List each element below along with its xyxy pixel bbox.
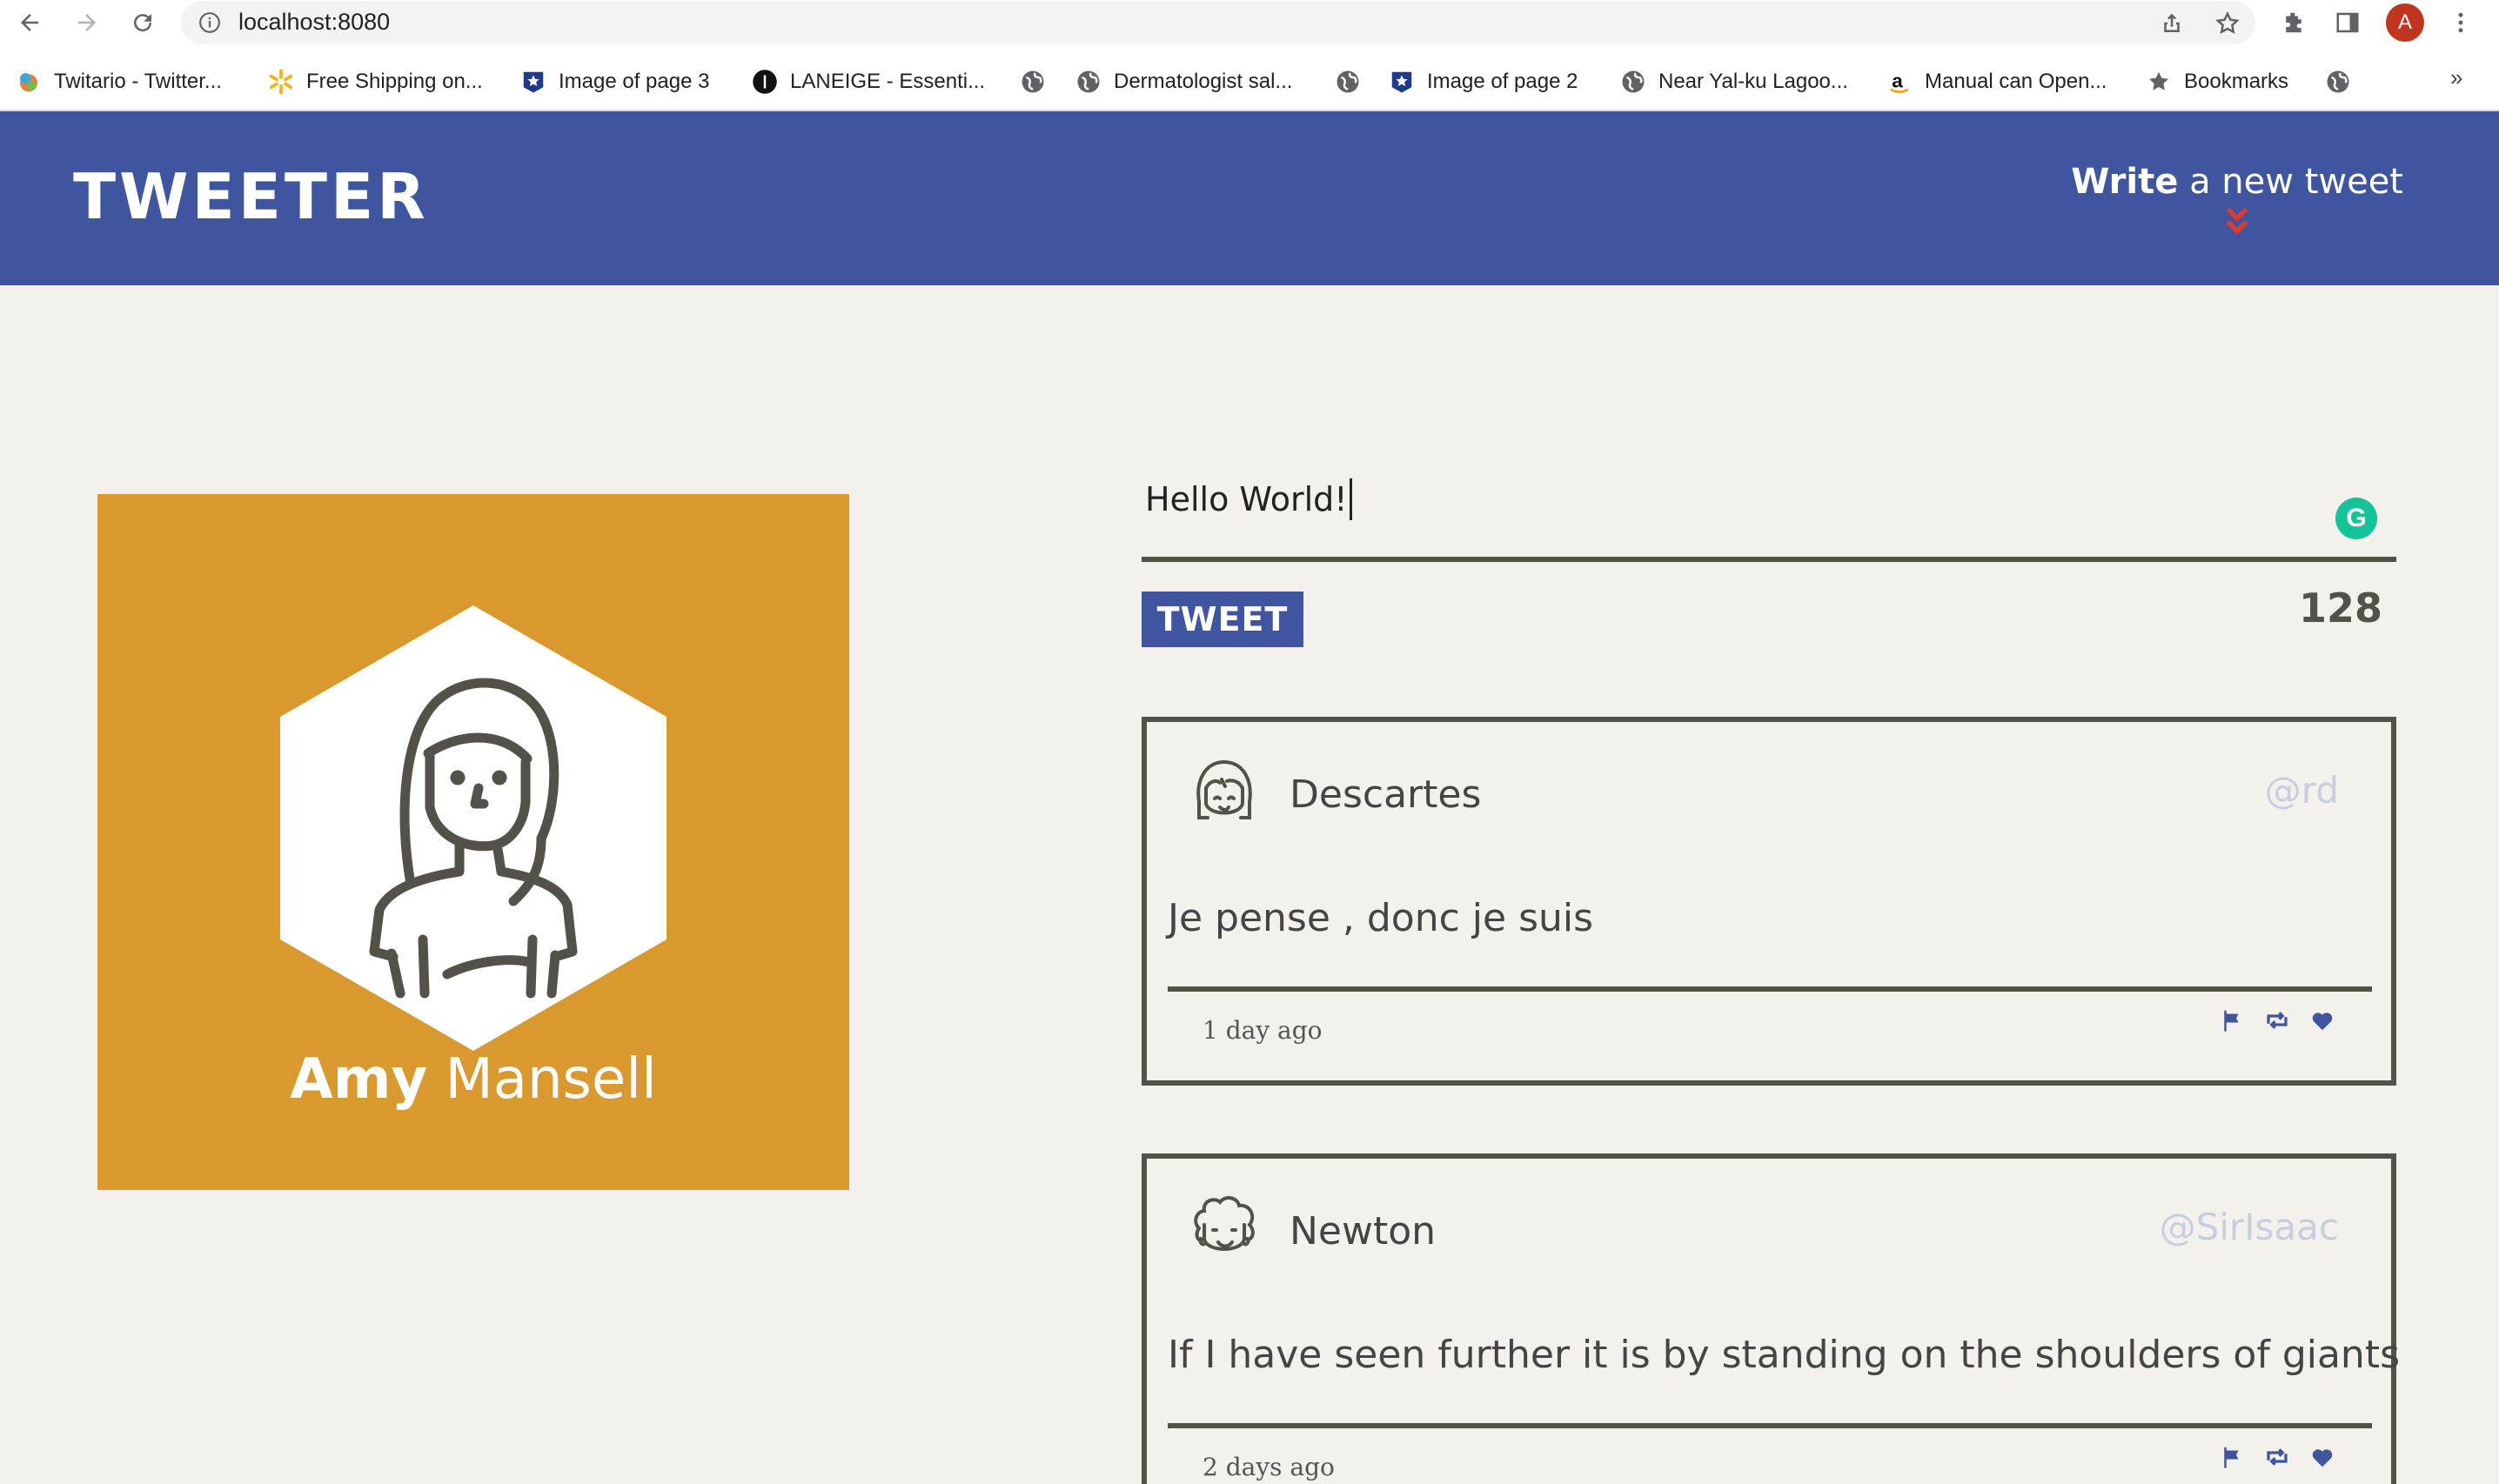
svg-text:a: a	[1892, 70, 1903, 91]
address-bar[interactable]: localhost:8080	[181, 1, 2255, 44]
tweet-content: If I have seen further it is by standing…	[1168, 1333, 2400, 1377]
globe-icon	[1020, 69, 1046, 95]
globe-icon	[1620, 69, 1646, 95]
flag-icon[interactable]	[2219, 1444, 2245, 1470]
tweet-author-handle: @rd	[2264, 769, 2339, 812]
bookmark-item[interactable]: Bookmarks	[2146, 64, 2288, 99]
text-caret	[1349, 478, 1352, 520]
colorful-logo-icon	[16, 69, 42, 95]
bookmark-item[interactable]	[1020, 64, 1046, 99]
user-portrait-icon	[280, 605, 667, 1051]
write-new-tweet-toggle[interactable]: Write a new tweet	[2071, 162, 2403, 238]
profile-name: Amy Mansell	[97, 1047, 849, 1112]
tweet-submit-button[interactable]: TWEET	[1142, 592, 1303, 647]
black-circle-icon	[752, 69, 778, 95]
bookmarks-bar: Twitario - Twitter... Free Shipping on..…	[0, 61, 2499, 101]
globe-icon	[1075, 69, 1102, 95]
write-rest-label: a new tweet	[2178, 162, 2403, 202]
bookmark-item[interactable]	[1335, 64, 1361, 99]
tweet-textarea[interactable]: Hello World!	[1145, 478, 1352, 520]
bookmark-label: Twitario - Twitter...	[54, 70, 222, 93]
heart-icon[interactable]	[2309, 1444, 2335, 1470]
retweet-icon[interactable]	[2264, 1444, 2290, 1470]
bookmark-label: Free Shipping on...	[306, 70, 483, 93]
bookmark-item[interactable]: Free Shipping on...	[268, 64, 483, 99]
double-chevron-down-icon	[2226, 207, 2248, 235]
tweet-card: Newton @SirIsaac If I have seen further …	[1142, 1153, 2400, 1484]
bookmark-item[interactable]: Image of page 3	[520, 64, 709, 99]
app-logo[interactable]: TWEETER	[73, 160, 429, 233]
bookmark-star-icon[interactable]	[2212, 8, 2243, 39]
star-shield-icon	[520, 69, 546, 95]
tweet-timestamp: 1 day ago	[1203, 1016, 1323, 1045]
tweet-author-name: Newton	[1290, 1209, 1437, 1253]
tweet-timestamp: 2 days ago	[1203, 1453, 1335, 1481]
heart-icon[interactable]	[2309, 1007, 2335, 1033]
tweet-actions	[2219, 1444, 2335, 1470]
bookmark-item[interactable]	[2325, 64, 2351, 99]
bookmark-item[interactable]: Near Yal-ku Lagoo...	[1620, 64, 1848, 99]
bookmark-item[interactable]: LANEIGE - Essenti...	[752, 64, 985, 99]
flag-icon[interactable]	[2219, 1007, 2245, 1033]
globe-icon	[2325, 69, 2351, 95]
star-shield-icon	[1389, 69, 1415, 95]
menu-kebab-icon[interactable]	[2445, 7, 2476, 38]
tweet-card: Descartes @rd Je pense , donc je suis 1 …	[1142, 717, 2396, 1086]
profile-card: Amy Mansell	[97, 494, 849, 1190]
tweet-actions	[2219, 1007, 2335, 1033]
composer-underline	[1142, 557, 2396, 562]
bookmark-label: Near Yal-ku Lagoo...	[1658, 70, 1848, 93]
bookmark-item[interactable]: Image of page 2	[1389, 64, 1578, 99]
tweet-author-name: Descartes	[1290, 772, 1482, 817]
curly-hair-man-avatar-icon	[1194, 1196, 1255, 1251]
bookmark-label: Manual can Open...	[1925, 70, 2107, 93]
bookmark-label: Image of page 3	[559, 70, 710, 93]
bookmark-item[interactable]: Dermatologist sal...	[1075, 64, 1292, 99]
tweet-textarea-value[interactable]: Hello World!	[1145, 480, 1348, 518]
browser-chrome: localhost:8080 A Twitario - Twitter... F…	[0, 0, 2499, 111]
retweet-icon[interactable]	[2264, 1007, 2290, 1033]
tweet-divider	[1168, 1423, 2372, 1428]
bookmarks-overflow-button[interactable]: »	[2450, 64, 2462, 91]
app-header: TWEETER Write a new tweet	[0, 111, 2499, 285]
tweet-content: Je pense , donc je suis	[1168, 896, 1594, 940]
forward-arrow-icon[interactable]	[71, 7, 103, 38]
info-icon[interactable]	[198, 11, 221, 34]
tweet-author-handle: @SirIsaac	[2159, 1206, 2339, 1248]
bookmark-label: Image of page 2	[1427, 70, 1578, 93]
reload-icon[interactable]	[127, 7, 158, 38]
write-bold-label: Write	[2071, 162, 2179, 202]
bookmark-label: LANEIGE - Essenti...	[790, 70, 986, 93]
share-icon[interactable]	[2156, 8, 2187, 39]
bookmark-label: Bookmarks	[2184, 70, 2289, 93]
bookmark-label: Dermatologist sal...	[1114, 70, 1293, 93]
url-text[interactable]: localhost:8080	[238, 9, 390, 36]
globe-icon	[1335, 69, 1361, 95]
side-panel-icon[interactable]	[2332, 7, 2363, 38]
grammarly-icon[interactable]: G	[2335, 498, 2377, 539]
tweet-divider	[1168, 986, 2372, 992]
extensions-puzzle-icon[interactable]	[2278, 7, 2309, 38]
character-counter: 128	[2298, 585, 2382, 632]
back-arrow-icon[interactable]	[14, 7, 45, 38]
walmart-spark-icon	[268, 69, 294, 95]
girl-avatar-icon	[1196, 759, 1252, 819]
profile-last-name: Mansell	[427, 1047, 657, 1112]
amazon-icon: a	[1886, 69, 1913, 95]
star-icon	[2146, 69, 2172, 95]
profile-avatar-hexagon	[280, 605, 667, 1051]
profile-first-name: Amy	[290, 1047, 428, 1112]
profile-avatar[interactable]: A	[2386, 3, 2424, 42]
bookmark-item[interactable]: a Manual can Open...	[1886, 64, 2107, 99]
bookmark-item[interactable]: Twitario - Twitter...	[16, 64, 222, 99]
